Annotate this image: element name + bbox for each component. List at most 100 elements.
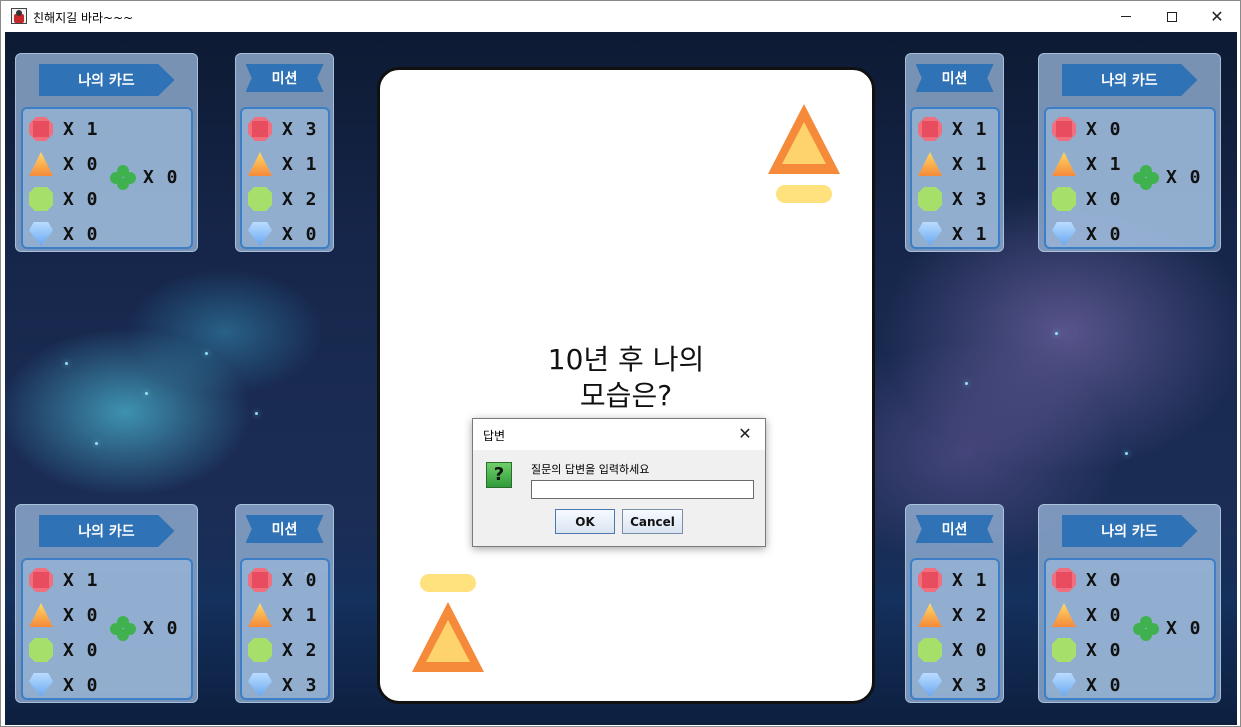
diamond-icon	[918, 673, 942, 697]
emerald-count: X 0	[63, 639, 99, 661]
panel-title: 미션	[245, 64, 324, 92]
topaz-count: X 1	[282, 604, 318, 626]
panel-title: 미션	[245, 515, 324, 543]
topaz-count: X 0	[63, 153, 99, 175]
topaz-row: X 0	[29, 149, 99, 179]
close-icon: ✕	[1210, 7, 1224, 26]
mission-requirements: X 3 X 1 X 2 X 0	[240, 107, 330, 249]
ok-button[interactable]: OK	[555, 509, 615, 534]
topaz-icon	[412, 602, 484, 672]
card-inventory: X 0 X 0 X 0 X 0 X 0	[1044, 558, 1216, 700]
card-inventory: X 0 X 1 X 0 X 0 X 0	[1044, 107, 1216, 249]
panel-title: 미션	[915, 515, 994, 543]
player-panel-top-left: 나의 카드 X 1 X 0 X 0 X 0 X 0	[15, 53, 198, 252]
app-icon	[11, 8, 27, 24]
emerald-count: X 0	[1086, 639, 1122, 661]
player-panel-top-right: 나의 카드 X 0 X 1 X 0 X 0 X 0	[1038, 53, 1221, 252]
diamond-icon	[248, 222, 272, 246]
diamond-count: X 3	[952, 674, 988, 696]
sparkle-decoration	[145, 392, 148, 395]
clover-icon	[110, 165, 136, 191]
clover-count: X 0	[1166, 167, 1202, 188]
panel-title: 나의 카드	[38, 515, 175, 547]
diamond-row: X 0	[1052, 670, 1122, 700]
topaz-row: X 1	[1052, 149, 1122, 179]
diamond-icon	[918, 222, 942, 246]
diamond-count: X 1	[952, 223, 988, 245]
title-bar: 친해지길 바라~~~ ✕	[1, 1, 1240, 32]
ruby-icon	[248, 117, 272, 141]
clover-icon	[1133, 616, 1159, 642]
mission-panel-top-right: 미션 X 1 X 1 X 3 X 1	[905, 53, 1004, 252]
topaz-count: X 0	[63, 604, 99, 626]
ruby-row: X 0	[1052, 114, 1122, 144]
topaz-count: X 0	[1086, 604, 1122, 626]
sparkle-decoration	[1125, 452, 1128, 455]
question-text: 10년 후 나의 모습은?	[380, 342, 872, 414]
minimize-button[interactable]	[1103, 1, 1149, 32]
diamond-count: X 3	[282, 674, 318, 696]
ruby-icon	[29, 568, 53, 592]
mission-panel-top-left: 미션 X 3 X 1 X 2 X 0	[235, 53, 334, 252]
ruby-count: X 1	[952, 569, 988, 591]
card-inventory: X 1 X 0 X 0 X 0 X 0	[21, 558, 193, 700]
topaz-row: X 1	[248, 600, 318, 630]
minimize-icon	[1121, 16, 1131, 17]
emerald-icon	[1052, 638, 1076, 662]
topaz-row: X 1	[248, 149, 318, 179]
ruby-count: X 0	[1086, 569, 1122, 591]
clover-icon	[1133, 165, 1159, 191]
diamond-count: X 0	[1086, 674, 1122, 696]
diamond-icon	[1052, 222, 1076, 246]
sparkle-decoration	[65, 362, 68, 365]
topaz-row: X 0	[1052, 600, 1122, 630]
emerald-count: X 0	[63, 188, 99, 210]
question-card[interactable]: 10년 후 나의 모습은?	[377, 67, 875, 704]
ruby-count: X 1	[63, 569, 99, 591]
emerald-row: X 0	[918, 635, 988, 665]
diamond-row: X 3	[248, 670, 318, 700]
clover-count: X 0	[143, 618, 179, 639]
topaz-count: X 2	[952, 604, 988, 626]
panel-title: 나의 카드	[38, 64, 175, 96]
ruby-row: X 0	[248, 565, 318, 595]
ruby-icon	[918, 117, 942, 141]
ruby-icon	[918, 568, 942, 592]
app-window: 친해지길 바라~~~ ✕ 나의 카드 X 1 X 0 X 0 X 0 X 0 미…	[0, 0, 1241, 727]
ruby-count: X 0	[1086, 118, 1122, 140]
emerald-icon	[918, 638, 942, 662]
emerald-icon	[1052, 187, 1076, 211]
topaz-count: X 1	[952, 153, 988, 175]
topaz-row: X 1	[918, 149, 988, 179]
question-icon: ?	[486, 462, 512, 488]
diamond-icon	[29, 222, 53, 246]
ruby-row: X 1	[918, 565, 988, 595]
emerald-row: X 0	[29, 184, 99, 214]
emerald-count: X 2	[282, 188, 318, 210]
diamond-icon	[1052, 673, 1076, 697]
close-button[interactable]: ✕	[1194, 1, 1240, 32]
emerald-row: X 0	[1052, 184, 1122, 214]
dialog-title: 답변	[483, 429, 506, 443]
topaz-icon	[918, 603, 942, 627]
answer-input[interactable]	[531, 480, 754, 499]
maximize-button[interactable]	[1149, 1, 1195, 32]
emerald-icon	[248, 187, 272, 211]
emerald-count: X 3	[952, 188, 988, 210]
topaz-row: X 0	[29, 600, 99, 630]
ruby-row: X 3	[248, 114, 318, 144]
diamond-count: X 0	[63, 223, 99, 245]
clover-icon	[110, 616, 136, 642]
card-pill-top	[776, 185, 832, 203]
emerald-count: X 2	[282, 639, 318, 661]
emerald-icon	[248, 638, 272, 662]
topaz-icon	[248, 603, 272, 627]
panel-title: 나의 카드	[1061, 64, 1198, 96]
dialog-title-bar: 답변 ✕	[473, 419, 765, 450]
diamond-row: X 1	[918, 219, 988, 249]
cancel-button[interactable]: Cancel	[622, 509, 683, 534]
mission-panel-bottom-left: 미션 X 0 X 1 X 2 X 3	[235, 504, 334, 703]
dialog-close-icon[interactable]: ✕	[733, 423, 757, 445]
window-title: 친해지길 바라~~~	[33, 11, 134, 25]
panel-title: 나의 카드	[1061, 515, 1198, 547]
